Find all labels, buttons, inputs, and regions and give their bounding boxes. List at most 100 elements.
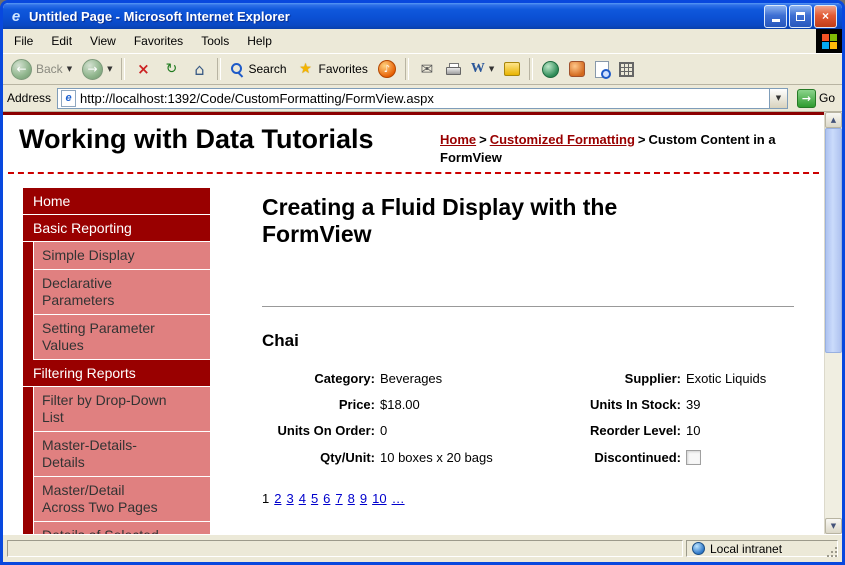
quick-links-button[interactable] bbox=[615, 60, 638, 79]
pager: 12345678910… bbox=[262, 491, 794, 506]
favorites-button[interactable]: ★ Favorites bbox=[293, 58, 372, 80]
field-label-units-in-stock: Units In Stock: bbox=[566, 397, 686, 412]
sidebar-item-filtering-reports[interactable]: Filtering Reports bbox=[23, 360, 210, 387]
pager-link-10[interactable]: 10 bbox=[372, 491, 386, 506]
research-button[interactable] bbox=[591, 59, 613, 80]
home-icon: ⌂ bbox=[190, 60, 208, 78]
print-button[interactable] bbox=[442, 61, 465, 78]
sidebar-item-basic-reporting[interactable]: Basic Reporting bbox=[23, 215, 210, 242]
scrollbar-thumb[interactable] bbox=[825, 128, 842, 353]
forward-icon: → bbox=[82, 59, 103, 80]
field-label-price: Price: bbox=[262, 397, 380, 412]
menu-favorites[interactable]: Favorites bbox=[125, 31, 192, 51]
scroll-down-button[interactable]: ▼ bbox=[825, 518, 842, 534]
field-value-supplier: Exotic Liquids bbox=[686, 371, 794, 386]
field-value-category: Beverages bbox=[380, 371, 566, 386]
forward-button[interactable]: → ▼ bbox=[78, 57, 116, 82]
pager-link-7[interactable]: 7 bbox=[335, 491, 342, 506]
down-arrow-icon: ▼ bbox=[831, 522, 836, 530]
sidebar-item-home[interactable]: Home bbox=[23, 188, 210, 215]
site-header: Working with Data Tutorials Home>Customi… bbox=[3, 115, 824, 170]
sidebar-item-filter-by-drop-down-list[interactable]: Filter by Drop-Down List bbox=[33, 387, 210, 432]
address-url[interactable]: http://localhost:1392/Code/CustomFormatt… bbox=[80, 91, 765, 106]
sidebar-item-declarative-parameters[interactable]: Declarative Parameters bbox=[33, 270, 210, 315]
go-label: Go bbox=[819, 91, 835, 105]
menu-tools[interactable]: Tools bbox=[192, 31, 238, 51]
go-button[interactable]: → Go bbox=[794, 89, 838, 108]
back-dropdown-icon[interactable]: ▼ bbox=[67, 65, 72, 73]
menu-view[interactable]: View bbox=[81, 31, 125, 51]
field-value-reorder-level: 10 bbox=[686, 423, 794, 438]
maximize-button[interactable] bbox=[789, 5, 812, 28]
main-content: Creating a Fluid Display with the FormVi… bbox=[210, 174, 824, 534]
field-label-discontinued: Discontinued: bbox=[566, 450, 686, 465]
local-intranet-icon bbox=[692, 542, 705, 555]
word-icon: W bbox=[471, 61, 485, 77]
globe-icon bbox=[542, 61, 559, 78]
sidebar-item-details-of-selected[interactable]: Details of Selected bbox=[33, 522, 210, 534]
pager-link-9[interactable]: 9 bbox=[360, 491, 367, 506]
title-bar[interactable]: e Untitled Page - Microsoft Internet Exp… bbox=[3, 3, 842, 29]
menu-file[interactable]: File bbox=[5, 31, 42, 51]
stop-button[interactable]: × bbox=[130, 58, 156, 80]
field-value-units-in-stock: 39 bbox=[686, 397, 794, 412]
back-button[interactable]: ← Back ▼ bbox=[7, 57, 76, 82]
mail-button[interactable]: ✉ bbox=[414, 58, 440, 80]
breadcrumb-home-link[interactable]: Home bbox=[440, 132, 476, 147]
breadcrumb-customized-formatting-link[interactable]: Customized Formatting bbox=[490, 132, 635, 147]
messenger-icon bbox=[569, 61, 585, 77]
discontinued-checkbox[interactable] bbox=[686, 450, 701, 465]
security-zone-label: Local intranet bbox=[710, 542, 782, 556]
sidebar-item-master-details-details[interactable]: Master-Details-Details bbox=[33, 432, 210, 477]
status-message-pane bbox=[7, 540, 683, 557]
media-button[interactable]: ♪ bbox=[374, 58, 400, 80]
scrollbar-track[interactable] bbox=[825, 353, 842, 518]
pager-link-4[interactable]: 4 bbox=[299, 491, 306, 506]
refresh-button[interactable]: ↻ bbox=[158, 58, 184, 80]
back-icon: ← bbox=[11, 59, 32, 80]
ie-logo-icon: e bbox=[8, 8, 24, 25]
edit-dropdown-icon[interactable]: ▼ bbox=[489, 65, 494, 73]
windows-flag-icon bbox=[822, 34, 837, 49]
edit-with-word-button[interactable]: W ▼ bbox=[467, 59, 498, 79]
site-title: Working with Data Tutorials bbox=[19, 124, 374, 155]
sidebar-item-setting-parameter-values[interactable]: Setting Parameter Values bbox=[33, 315, 210, 360]
pager-link-2[interactable]: 2 bbox=[274, 491, 281, 506]
pager-link-8[interactable]: 8 bbox=[348, 491, 355, 506]
home-button[interactable]: ⌂ bbox=[186, 58, 212, 80]
pager-link-5[interactable]: 5 bbox=[311, 491, 318, 506]
scroll-up-button[interactable]: ▲ bbox=[825, 112, 842, 128]
window-controls: × bbox=[764, 5, 837, 28]
field-value-units-on-order: 0 bbox=[380, 423, 566, 438]
close-button[interactable]: × bbox=[814, 5, 837, 28]
close-icon: × bbox=[822, 9, 829, 23]
page-title: Creating a Fluid Display with the FormVi… bbox=[262, 194, 732, 248]
menu-help[interactable]: Help bbox=[238, 31, 281, 51]
forward-dropdown-icon[interactable]: ▼ bbox=[107, 65, 112, 73]
resize-grip[interactable] bbox=[835, 555, 837, 557]
pager-link-ellipsis[interactable]: … bbox=[392, 491, 405, 506]
favorites-label: Favorites bbox=[319, 62, 368, 76]
menu-edit[interactable]: Edit bbox=[42, 31, 81, 51]
refresh-icon: ↻ bbox=[162, 60, 180, 78]
go-arrow-icon: → bbox=[797, 89, 816, 108]
security-zone-pane: Local intranet bbox=[686, 540, 838, 557]
vertical-scrollbar[interactable]: ▲ ▼ bbox=[824, 112, 842, 534]
pager-link-6[interactable]: 6 bbox=[323, 491, 330, 506]
discuss-button[interactable] bbox=[500, 60, 524, 78]
sidebar-item-master-detail-across-two-pages[interactable]: Master/Detail Across Two Pages bbox=[33, 477, 210, 522]
address-input[interactable]: e http://localhost:1392/Code/CustomForma… bbox=[57, 88, 788, 109]
maximize-icon bbox=[796, 12, 805, 21]
messenger-button[interactable] bbox=[565, 59, 589, 79]
search-button[interactable]: Search bbox=[226, 60, 290, 78]
window-title: Untitled Page - Microsoft Internet Explo… bbox=[29, 9, 759, 24]
minimize-icon bbox=[772, 19, 780, 22]
search-icon bbox=[230, 62, 244, 76]
minimize-button[interactable] bbox=[764, 5, 787, 28]
address-bar: Address e http://localhost:1392/Code/Cus… bbox=[3, 85, 842, 112]
content-divider bbox=[262, 306, 794, 307]
pager-link-3[interactable]: 3 bbox=[286, 491, 293, 506]
address-dropdown-button[interactable]: ▼ bbox=[769, 89, 787, 108]
sidebar-item-simple-display[interactable]: Simple Display bbox=[33, 242, 210, 270]
msn-button[interactable] bbox=[538, 59, 563, 80]
